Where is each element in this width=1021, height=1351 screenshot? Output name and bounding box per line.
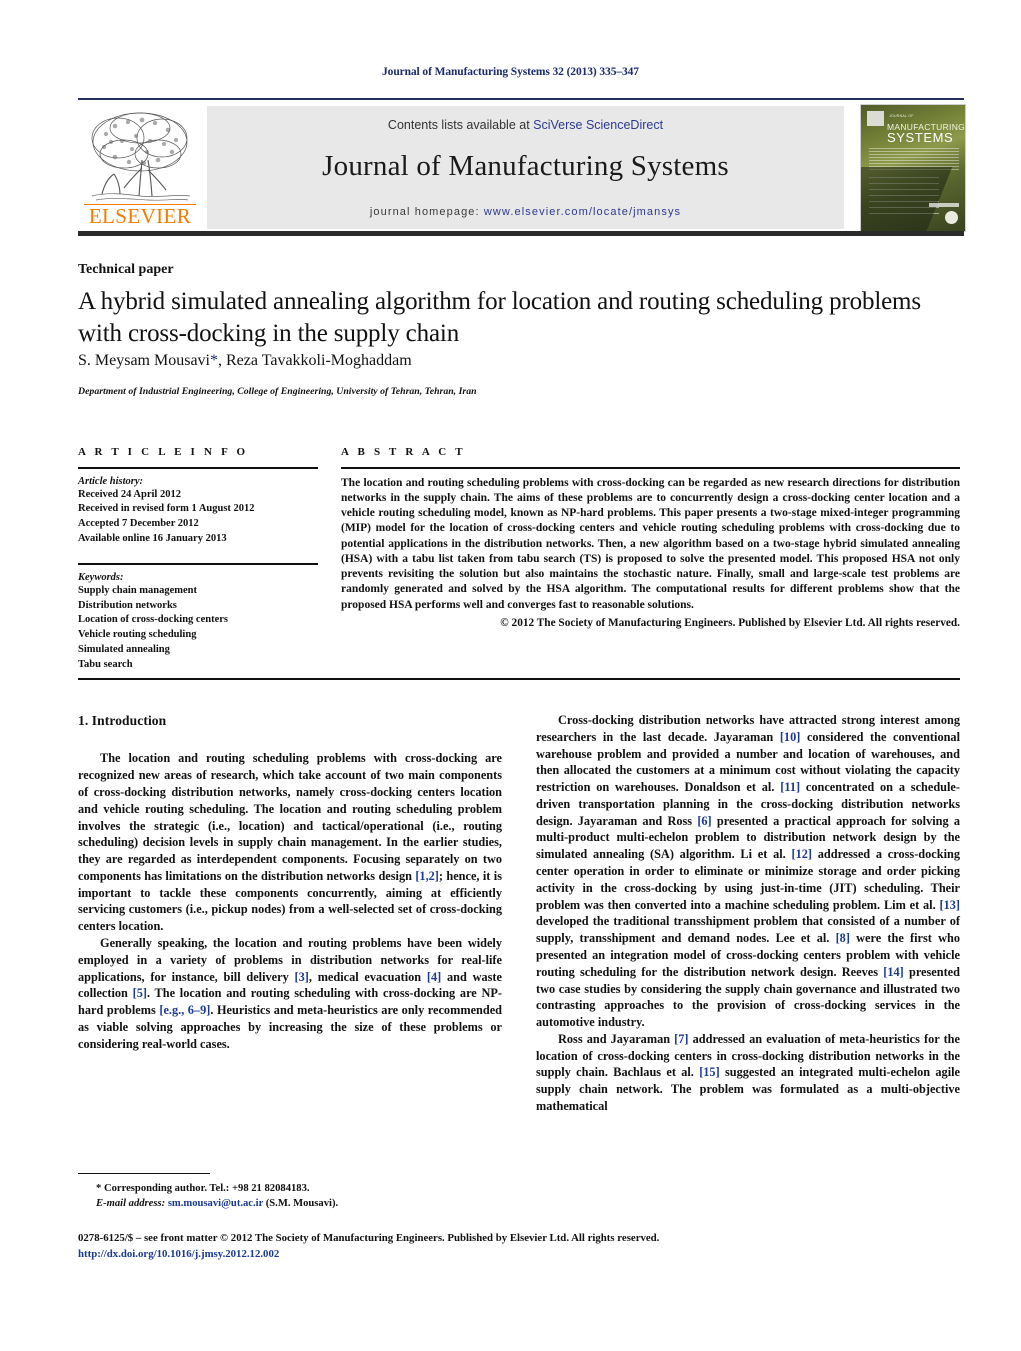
citation-ref[interactable]: [3] — [295, 970, 309, 984]
citation-ref[interactable]: [6] — [697, 814, 711, 828]
paragraph: Cross-docking distribution networks have… — [536, 713, 961, 1030]
cover-publisher-badge — [867, 111, 884, 126]
journal-masthead: ELSEVIER Contents lists available at Sci… — [78, 98, 966, 236]
citation-ref[interactable]: [1,2] — [415, 869, 439, 883]
abstract-text: The location and routing scheduling prob… — [341, 476, 960, 611]
citation-ref[interactable]: [12] — [791, 847, 812, 861]
elsevier-tree-icon — [91, 112, 191, 201]
email-note: E-mail address: sm.mousavi@ut.ac.ir (S.M… — [78, 1196, 502, 1211]
citation-ref[interactable]: [5] — [133, 986, 147, 1000]
citation-ref[interactable]: [11] — [780, 780, 800, 794]
author-primary: S. Meysam Mousavi — [78, 352, 210, 369]
cover-eyebrow: JOURNAL OF — [889, 114, 914, 118]
keyword-item: Location of cross-docking centers — [78, 614, 228, 626]
article-info-column: A R T I C L E I N F O Article history: R… — [78, 446, 318, 673]
history-online: Available online 16 January 2013 — [78, 533, 227, 545]
citation-ref[interactable]: [4] — [427, 970, 441, 984]
keywords-label: Keywords: — [78, 571, 124, 583]
homepage-prefix: journal homepage: — [369, 206, 484, 218]
keyword-item: Distribution networks — [78, 599, 177, 611]
cover-footer-bar — [929, 203, 959, 207]
paragraph: Generally speaking, the location and rou… — [78, 936, 502, 1051]
document-type-label: Technical paper — [78, 262, 174, 277]
cover-logo-mark — [945, 211, 958, 224]
citation-ref[interactable]: [8] — [836, 931, 850, 945]
elsevier-logo: ELSEVIER — [78, 106, 202, 232]
article-info-rule — [78, 467, 318, 469]
citation-ref[interactable]: [15] — [699, 1065, 720, 1079]
running-head: Journal of Manufacturing Systems 32 (201… — [382, 66, 639, 78]
email-link[interactable]: sm.mousavi@ut.ac.ir — [168, 1198, 263, 1209]
cover-graphic-shape — [861, 167, 953, 231]
contents-line: Contents lists available at SciVerse Sci… — [207, 118, 844, 132]
abstract-column: A B S T R A C T The location and routing… — [341, 446, 960, 629]
footnote-block: * Corresponding author. Tel.: +98 21 820… — [78, 1181, 502, 1212]
keyword-item: Tabu search — [78, 659, 133, 671]
footnote-rule — [78, 1173, 210, 1175]
abstract-rule — [341, 467, 960, 469]
abstract-copyright: © 2012 The Society of Manufacturing Engi… — [500, 617, 960, 630]
contents-prefix: Contents lists available at — [387, 118, 534, 132]
sciencedirect-link[interactable]: SciVerse ScienceDirect — [533, 118, 663, 132]
author-secondary: , Reza Tavakkoli-Moghaddam — [218, 352, 412, 369]
abstract-bottom-rule — [78, 678, 960, 680]
keywords-rule — [78, 563, 318, 565]
keyword-item: Supply chain management — [78, 584, 198, 596]
homepage-url-link[interactable]: www.elsevier.com/locate/jmansys — [484, 206, 681, 218]
history-accepted: Accepted 7 December 2012 — [78, 518, 199, 530]
citation-ref[interactable]: [14] — [883, 965, 904, 979]
masthead-bottom-rule — [78, 231, 964, 236]
article-info-heading: A R T I C L E I N F O — [78, 446, 249, 458]
citation-ref[interactable]: [13] — [940, 898, 961, 912]
citation-ref[interactable]: [e.g., 6–9] — [159, 1003, 210, 1017]
elsevier-wordmark: ELSEVIER — [88, 204, 192, 228]
masthead-top-rule — [78, 98, 964, 100]
history-revised: Received in revised form 1 August 2012 — [78, 503, 255, 515]
doi-link[interactable]: http://dx.doi.org/10.1016/j.jmsy.2012.12… — [78, 1248, 960, 1260]
email-suffix: (S.M. Mousavi). — [263, 1198, 339, 1210]
journal-cover-thumbnail: JOURNAL OF MANUFACTURING SYSTEMS — [860, 104, 966, 232]
history-received: Received 24 April 2012 — [78, 488, 181, 500]
body-column-right: Cross-docking distribution networks have… — [536, 712, 960, 1115]
article-history-label: Article history: — [78, 475, 144, 487]
citation-ref[interactable]: [10] — [780, 730, 801, 744]
contents-band: Contents lists available at SciVerse Sci… — [207, 106, 844, 229]
affiliation: Department of Industrial Engineering, Co… — [78, 386, 477, 397]
citation-ref[interactable]: [7] — [674, 1032, 688, 1046]
abstract-heading: A B S T R A C T — [341, 446, 466, 458]
keyword-item: Simulated annealing — [78, 644, 170, 656]
author-list: S. Meysam Mousavi*, Reza Tavakkoli-Mogha… — [78, 352, 958, 370]
journal-homepage-line: journal homepage: www.elsevier.com/locat… — [207, 206, 844, 218]
cover-title-line2: SYSTEMS — [887, 130, 954, 145]
paper-page: Journal of Manufacturing Systems 32 (201… — [0, 0, 1021, 1351]
section-heading-introduction: 1. Introduction — [78, 713, 167, 728]
paragraph: The location and routing scheduling prob… — [78, 751, 502, 934]
journal-title: Journal of Manufacturing Systems — [322, 150, 729, 182]
body-column-left: 1. Introduction The location and routing… — [78, 712, 502, 1052]
email-label: E-mail address: — [96, 1198, 166, 1210]
corresponding-author-marker: * — [210, 352, 218, 369]
bottom-copyright: 0278-6125/$ – see front matter © 2012 Th… — [78, 1232, 660, 1244]
keyword-item: Vehicle routing scheduling — [78, 629, 197, 641]
paragraph: Ross and Jayaraman [7] addressed an eval… — [536, 1031, 960, 1113]
page-title: A hybrid simulated annealing algorithm f… — [78, 288, 921, 347]
corresponding-author-note: * Corresponding author. Tel.: +98 21 820… — [96, 1183, 310, 1194]
